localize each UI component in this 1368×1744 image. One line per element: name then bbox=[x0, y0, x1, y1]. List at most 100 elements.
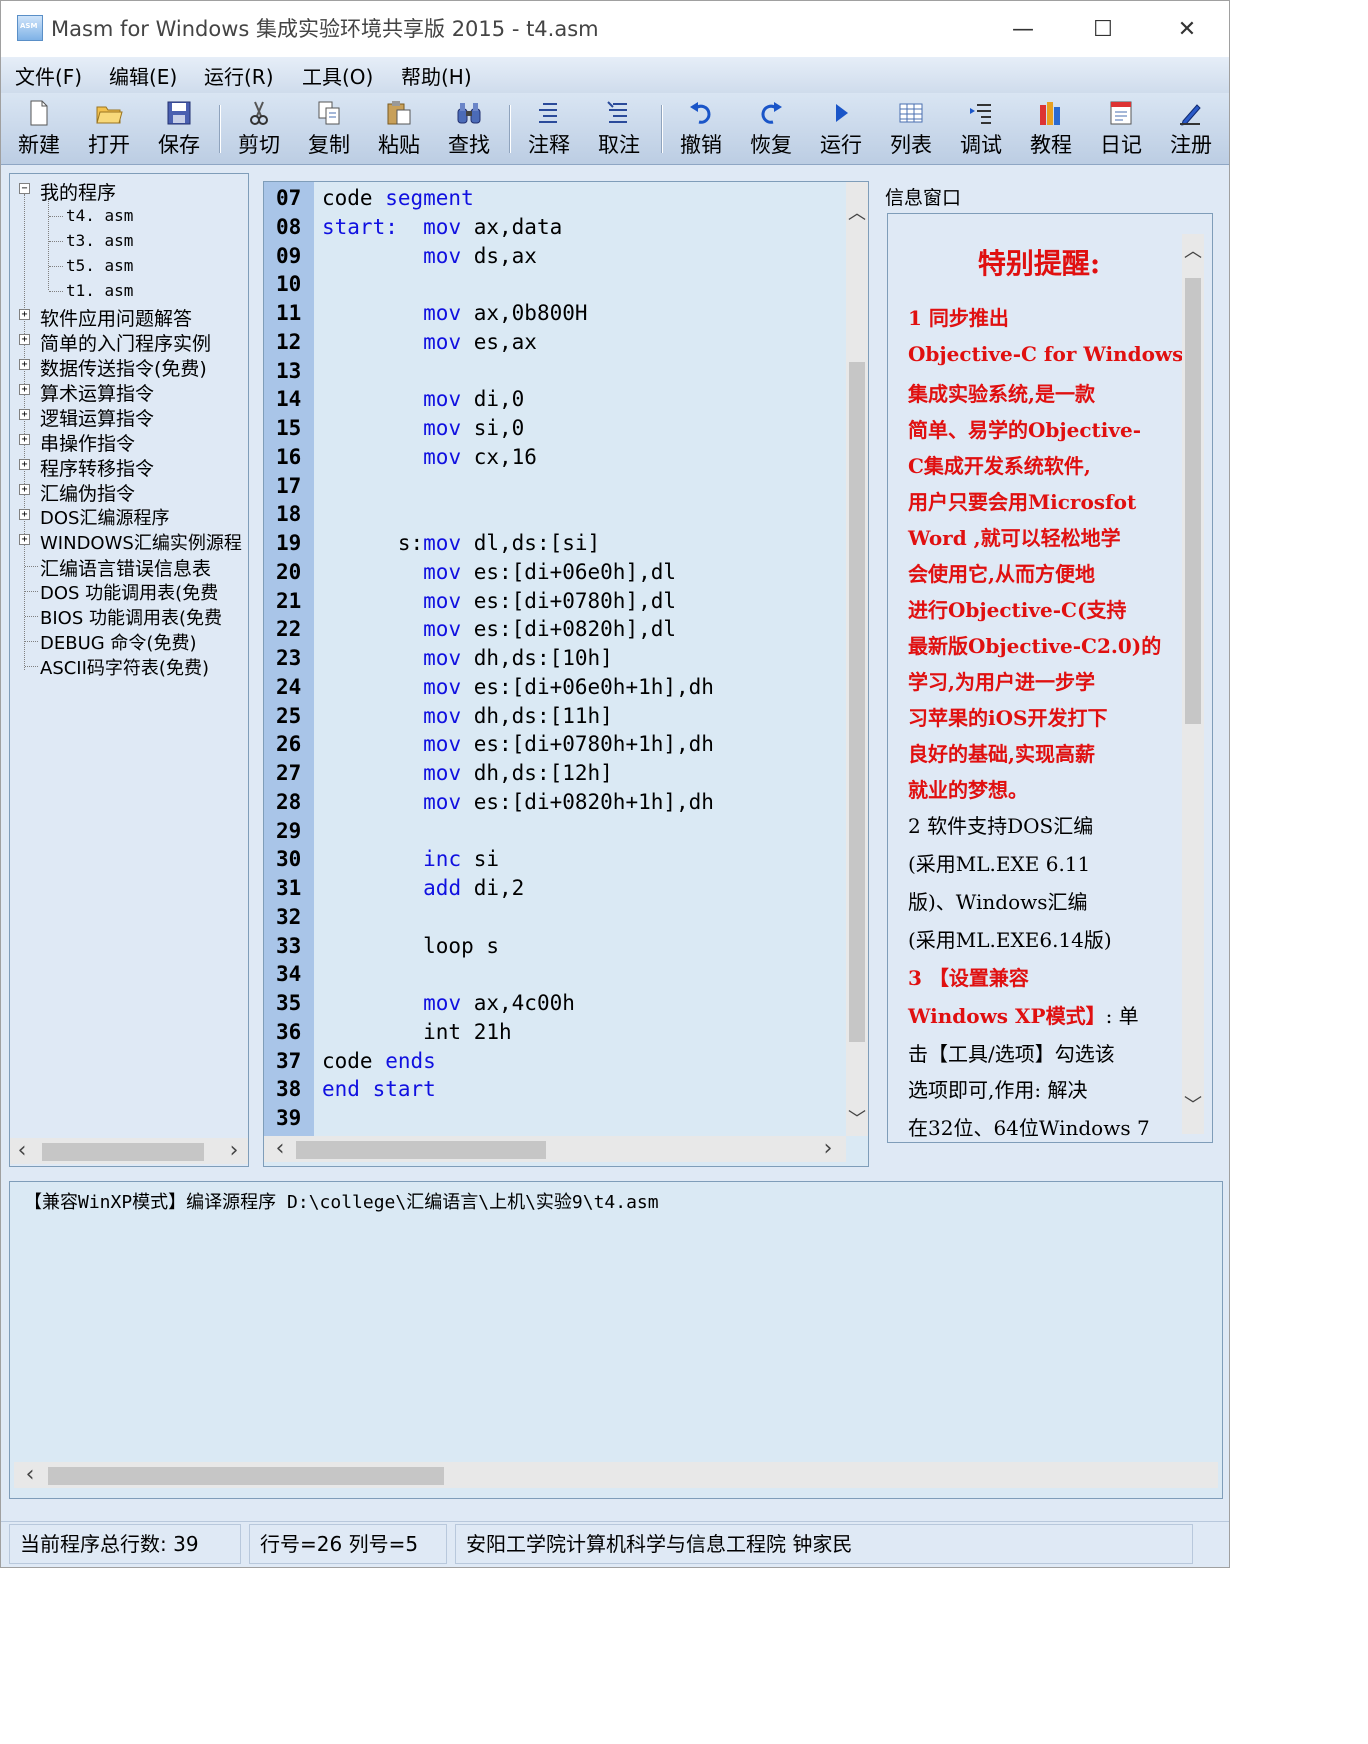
code-line[interactable]: add di,2 bbox=[322, 876, 524, 900]
code-line[interactable]: mov dh,ds:[12h] bbox=[322, 761, 613, 785]
title-bar[interactable]: ASM Masm for Windows 集成实验环境共享版 2015 - t4… bbox=[1, 1, 1229, 57]
scroll-down-icon[interactable]: ﹀ bbox=[846, 1108, 868, 1132]
code-line[interactable]: code ends bbox=[322, 1049, 436, 1073]
code-line[interactable]: mov ax,4c00h bbox=[322, 991, 575, 1015]
code-keyword: mov bbox=[423, 761, 462, 785]
expand-icon[interactable]: + bbox=[19, 309, 30, 320]
line-number: 14 bbox=[276, 387, 302, 412]
output-horizontal-scrollbar[interactable]: ‹ bbox=[14, 1462, 1218, 1488]
toolbar-list-button[interactable]: 列表 bbox=[881, 93, 941, 165]
expand-icon[interactable]: + bbox=[19, 534, 30, 545]
scroll-up-icon[interactable]: ︿ bbox=[1182, 240, 1204, 264]
toolbar-new-label: 新建 bbox=[18, 133, 60, 157]
toolbar-diary-button[interactable]: 日记 bbox=[1091, 93, 1151, 165]
scroll-right-icon[interactable]: › bbox=[224, 1138, 244, 1164]
toolbar-debug-button[interactable]: 调试 bbox=[951, 93, 1011, 165]
code-line[interactable]: mov dh,ds:[10h] bbox=[322, 646, 613, 670]
expand-icon[interactable]: + bbox=[19, 509, 30, 520]
expand-icon[interactable]: + bbox=[19, 384, 30, 395]
undo-icon bbox=[690, 102, 711, 124]
app-icon[interactable]: ASM bbox=[17, 15, 43, 41]
toolbar-new-button[interactable]: 新建 bbox=[9, 93, 69, 165]
scrollbar-thumb[interactable] bbox=[1185, 278, 1201, 724]
editor-vertical-scrollbar[interactable]: ︿ ﹀ bbox=[846, 182, 868, 1136]
toolbar-undo-button[interactable]: 撤销 bbox=[671, 93, 731, 165]
scroll-left-icon[interactable]: ‹ bbox=[270, 1136, 290, 1162]
code-keyword: start bbox=[372, 1077, 436, 1102]
status-cursor-position: 行号=26 列号=5 bbox=[249, 1524, 447, 1564]
toolbar-run-button[interactable]: 运行 bbox=[811, 93, 871, 165]
expand-icon[interactable]: + bbox=[19, 459, 30, 470]
code-line[interactable]: mov si,0 bbox=[322, 416, 524, 440]
close-button[interactable]: ✕ bbox=[1147, 1, 1227, 57]
editor-horizontal-scrollbar[interactable]: ‹ › bbox=[264, 1136, 846, 1162]
code-line[interactable]: code segment bbox=[322, 186, 474, 210]
code-line[interactable]: inc si bbox=[322, 847, 499, 871]
code-line[interactable]: mov ax,0b800H bbox=[322, 301, 587, 325]
output-panel[interactable]: 【兼容WinXP模式】编译源程序 D:\college\汇编语言\上机\实验9\… bbox=[9, 1181, 1223, 1499]
code-line[interactable]: start: mov ax,data bbox=[322, 215, 562, 239]
info-vertical-scrollbar[interactable]: ︿ ﹀ bbox=[1182, 234, 1204, 1134]
toolbar-cut-button[interactable]: 剪切 bbox=[229, 93, 289, 165]
toolbar-register-button[interactable]: 注册 bbox=[1161, 93, 1221, 165]
line-number: 21 bbox=[276, 588, 302, 613]
scroll-up-icon[interactable]: ︿ bbox=[846, 202, 868, 226]
toolbar-copy-button[interactable]: 复制 bbox=[299, 93, 359, 165]
toolbar-paste-button[interactable]: 粘贴 bbox=[369, 93, 429, 165]
scrollbar-thumb[interactable] bbox=[48, 1467, 444, 1485]
expand-icon[interactable]: + bbox=[19, 434, 30, 445]
tree-node-label: t3. asm bbox=[66, 231, 134, 250]
tree-line bbox=[48, 198, 49, 290]
toolbar-save-button[interactable]: 保存 bbox=[149, 93, 209, 165]
code-line[interactable]: mov dh,ds:[11h] bbox=[322, 704, 613, 728]
code-line[interactable]: mov di,0 bbox=[322, 387, 524, 411]
scrollbar-thumb[interactable] bbox=[42, 1143, 204, 1161]
info-window[interactable]: 特别提醒: 1 同步推出 Objective-C for Windows 集成实验系… bbox=[887, 213, 1213, 1143]
expand-icon[interactable]: + bbox=[19, 484, 30, 495]
code-line[interactable]: s:mov dl,ds:[si] bbox=[322, 531, 600, 555]
maximize-button[interactable]: ☐ bbox=[1063, 1, 1143, 57]
program-tree[interactable]: − 我的程序 t4. asm t3. asm t5. asm t1. asm +… bbox=[9, 173, 249, 1167]
expand-icon[interactable]: + bbox=[19, 334, 30, 345]
code-line[interactable]: mov ds,ax bbox=[322, 244, 537, 268]
close-icon: ✕ bbox=[1177, 16, 1197, 42]
code-line[interactable]: int 21h bbox=[322, 1020, 512, 1044]
menu-file[interactable]: 文件(F) bbox=[15, 61, 82, 90]
code-line[interactable]: end start bbox=[322, 1077, 436, 1101]
line-number: 34 bbox=[276, 962, 302, 987]
toolbar-uncomment-button[interactable]: 取注 bbox=[589, 93, 649, 165]
scrollbar-thumb[interactable] bbox=[296, 1141, 546, 1159]
toolbar-tutorial-button[interactable]: 教程 bbox=[1021, 93, 1081, 165]
code-line[interactable]: mov es:[di+0820h+1h],dh bbox=[322, 790, 714, 814]
toolbar-comment-button[interactable]: 注释 bbox=[519, 93, 579, 165]
scroll-down-icon[interactable]: ﹀ bbox=[1182, 1094, 1204, 1118]
toolbar: 新建 打开 保存 剪切 复制 粘贴 查找 注释 取注 撤销 恢复 运行 列表 调… bbox=[1, 93, 1229, 165]
code-line[interactable]: loop s bbox=[322, 934, 499, 958]
toolbar-find-button[interactable]: 查找 bbox=[439, 93, 499, 165]
code-line[interactable]: mov es,ax bbox=[322, 330, 537, 354]
code-line[interactable]: mov es:[di+06e0h],dl bbox=[322, 560, 676, 584]
scroll-left-icon[interactable]: ‹ bbox=[12, 1138, 32, 1164]
code-line[interactable]: mov es:[di+0780h+1h],dh bbox=[322, 732, 714, 756]
expand-icon[interactable]: + bbox=[19, 359, 30, 370]
code-line[interactable]: mov cx,16 bbox=[322, 445, 537, 469]
code-line[interactable]: mov es:[di+0780h],dl bbox=[322, 589, 676, 613]
tree-horizontal-scrollbar[interactable]: ‹ › bbox=[10, 1138, 248, 1164]
code-text: loop s bbox=[322, 933, 500, 958]
code-line[interactable]: mov es:[di+06e0h+1h],dh bbox=[322, 675, 714, 699]
menu-edit[interactable]: 编辑(E) bbox=[109, 61, 177, 90]
scrollbar-thumb[interactable] bbox=[849, 362, 865, 1042]
code-editor[interactable]: 07 code segment 08 start: mov ax,data 09 mov… bbox=[263, 181, 869, 1167]
toolbar-open-button[interactable]: 打开 bbox=[79, 93, 139, 165]
scroll-right-icon[interactable]: › bbox=[818, 1136, 838, 1162]
collapse-icon[interactable]: − bbox=[19, 183, 30, 194]
toolbar-redo-button[interactable]: 恢复 bbox=[741, 93, 801, 165]
menu-run[interactable]: 运行(R) bbox=[204, 61, 274, 90]
expand-icon[interactable]: + bbox=[19, 409, 30, 420]
minimize-button[interactable]: — bbox=[983, 1, 1063, 57]
menu-tools[interactable]: 工具(O) bbox=[302, 61, 373, 90]
scroll-left-icon[interactable]: ‹ bbox=[20, 1462, 40, 1488]
menu-help[interactable]: 帮助(H) bbox=[401, 61, 472, 90]
code-line[interactable]: mov es:[di+0820h],dl bbox=[322, 617, 676, 641]
